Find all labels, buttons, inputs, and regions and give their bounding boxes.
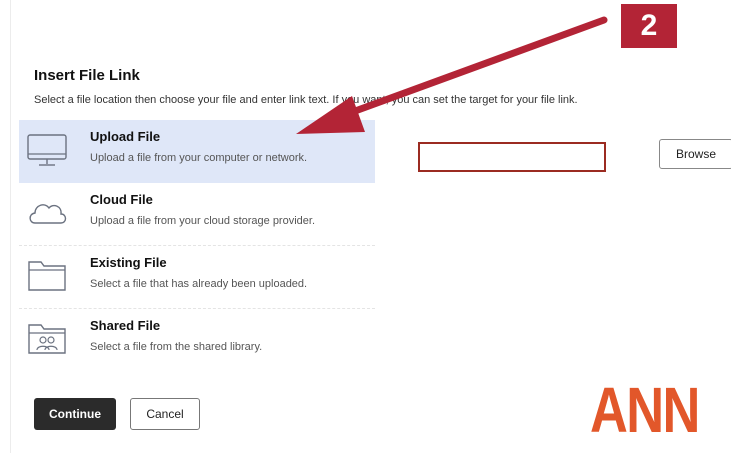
page-edge-divider — [10, 0, 11, 453]
option-description: Select a file that has already been uplo… — [90, 278, 308, 290]
option-existing-file[interactable]: Existing File Select a file that has alr… — [19, 246, 375, 309]
dialog-title: Insert File Link — [34, 67, 140, 84]
option-title: Existing File — [90, 255, 167, 270]
file-location-options: Upload File Upload a file from your comp… — [19, 120, 375, 371]
browse-button[interactable]: Browse — [659, 139, 731, 169]
file-path-input[interactable] — [418, 142, 606, 172]
cancel-button[interactable]: Cancel — [130, 398, 200, 430]
desktop-icon — [27, 134, 67, 166]
continue-button[interactable]: Continue — [34, 398, 116, 430]
option-shared-file[interactable]: Shared File Select a file from the share… — [19, 309, 375, 371]
option-title: Shared File — [90, 318, 161, 333]
shared-folder-icon — [28, 324, 66, 354]
step-number-badge: 2 — [621, 4, 677, 48]
option-title: Cloud File — [90, 192, 153, 207]
option-upload-file[interactable]: Upload File Upload a file from your comp… — [19, 120, 375, 183]
brand-logo-fragment: ANN — [590, 378, 700, 446]
option-description: Upload a file from your computer or netw… — [90, 152, 308, 164]
dialog-description: Select a file location then choose your … — [34, 94, 578, 106]
cloud-icon — [29, 204, 67, 224]
option-cloud-file[interactable]: Cloud File Upload a file from your cloud… — [19, 183, 375, 246]
option-description: Upload a file from your cloud storage pr… — [90, 215, 316, 227]
option-title: Upload File — [90, 129, 161, 144]
option-description: Select a file from the shared library. — [90, 341, 263, 353]
folder-icon — [28, 261, 66, 291]
